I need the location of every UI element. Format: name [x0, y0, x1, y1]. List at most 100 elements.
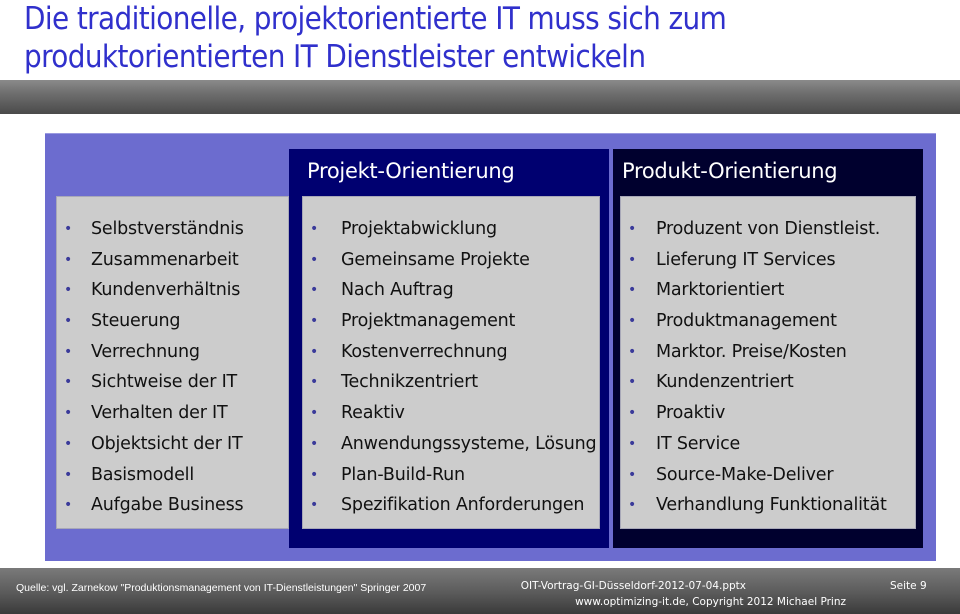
bullet-icon: • — [628, 282, 637, 299]
product-list: • Produzent von Dienstleist. • Lieferung IT… — [621, 214, 915, 521]
list-item-text: Produktmanagement — [656, 311, 837, 332]
criteria-panel: • Selbstverständnis • Zusammenarbeit • Kunden… — [56, 196, 289, 529]
list-item-text: IT Service — [656, 433, 741, 454]
list-item: • Marktor. Preise/Kosten — [621, 337, 915, 368]
bullet-icon: • — [310, 435, 319, 452]
list-item: • Produktmanagement — [621, 306, 915, 337]
list-item: • Lieferung IT Services — [621, 245, 915, 276]
slide-title-line-1: Die traditionelle, projektorientierte IT… — [24, 1, 727, 37]
list-item: • Marktorientiert — [621, 275, 915, 306]
list-item-text: Kundenzentriert — [656, 372, 794, 393]
page-number: Seite 9 — [890, 580, 927, 592]
list-item-text: Nach Auftrag — [341, 280, 454, 301]
bullet-icon: • — [310, 343, 319, 360]
bullet-icon: • — [64, 374, 73, 391]
list-item-text: Projektmanagement — [341, 311, 516, 332]
list-item-text: Verrechnung — [91, 341, 200, 362]
list-item: • Projektmanagement — [303, 306, 599, 337]
list-item: • Objektsicht der IT — [57, 429, 288, 460]
list-item-text: Marktorientiert — [656, 280, 785, 301]
list-item: • Proaktiv — [621, 398, 915, 429]
list-item-text: Spezifikation Anforderungen — [341, 495, 585, 516]
list-item-text: Objektsicht der IT — [91, 433, 243, 454]
bullet-icon: • — [310, 405, 319, 422]
bullet-icon: • — [310, 282, 319, 299]
bullet-icon: • — [64, 466, 73, 483]
list-item: • Zusammenarbeit — [57, 245, 288, 276]
bullet-icon: • — [628, 435, 637, 452]
list-item: • Projektabwicklung — [303, 214, 599, 245]
list-item: • Aufgabe Business — [57, 490, 288, 521]
list-item-text: Technikzentriert — [341, 372, 478, 393]
list-item-text: Basismodell — [91, 464, 194, 485]
bullet-icon: • — [628, 221, 637, 237]
list-item: • Verhandlung Funktionalität — [621, 490, 915, 521]
list-item-text: Sichtweise der IT — [91, 372, 238, 393]
list-item: • Spezifikation Anforderungen — [303, 490, 599, 521]
bullet-icon: • — [64, 497, 73, 514]
list-item: • Verhalten der IT — [57, 398, 288, 429]
list-item-text: Kostenverrechnung — [341, 341, 508, 362]
bullet-icon: • — [310, 466, 319, 483]
list-item-text: Verhandlung Funktionalität — [656, 495, 887, 516]
list-item: • Nach Auftrag — [303, 275, 599, 306]
list-item-text: Projektabwicklung — [341, 219, 497, 239]
list-item-text: Lieferung IT Services — [656, 249, 836, 270]
bullet-icon: • — [628, 466, 637, 483]
list-item-text: Source-Make-Deliver — [656, 464, 834, 485]
bullet-icon: • — [310, 374, 319, 391]
list-item: • Gemeinsame Projekte — [303, 245, 599, 276]
slide-title: Die traditionelle, projektorientierte IT… — [24, 0, 944, 76]
list-item: • Technikzentriert — [303, 367, 599, 398]
list-item-text: Zusammenarbeit — [91, 249, 239, 270]
list-item: • Sichtweise der IT — [57, 367, 288, 398]
bullet-icon: • — [64, 435, 73, 452]
criteria-list: • Selbstverständnis • Zusammenarbeit • Kunden… — [57, 214, 288, 521]
bullet-icon: • — [628, 251, 637, 268]
file-name: OIT-Vortrag-GI-Düsseldorf-2012-07-04.ppt… — [520, 580, 746, 592]
bullet-icon: • — [64, 221, 73, 237]
list-item-text: Plan-Build-Run — [341, 464, 465, 485]
project-list: • Projektabwicklung • Gemeinsame Projekte • N… — [303, 214, 599, 521]
list-item: • Verrechnung — [57, 337, 288, 368]
list-item-text: Verhalten der IT — [91, 403, 228, 424]
slide-title-line-2: produktorientierten IT Dienstleister ent… — [24, 39, 646, 75]
list-item-text: Proaktiv — [656, 403, 726, 424]
list-item-text: Anwendungssysteme, Lösung — [341, 433, 597, 454]
list-item: • Kostenverrechnung — [303, 337, 599, 368]
list-item: • Plan-Build-Run — [303, 460, 599, 491]
header-bar — [0, 80, 960, 114]
bullet-icon: • — [310, 221, 319, 237]
bullet-icon: • — [628, 343, 637, 360]
bullet-icon: • — [64, 405, 73, 422]
list-item: • Steuerung — [57, 306, 288, 337]
list-item-text: Steuerung — [91, 311, 181, 332]
bullet-icon: • — [628, 405, 637, 422]
bullet-icon: • — [628, 497, 637, 514]
product-panel: • Produzent von Dienstleist. • Lieferung IT… — [620, 196, 916, 529]
list-item-text: Selbstverständnis — [91, 219, 244, 239]
bullet-icon: • — [64, 282, 73, 299]
list-item-text: Aufgabe Business — [91, 495, 244, 516]
project-panel: • Projektabwicklung • Gemeinsame Projekte • N… — [302, 196, 600, 529]
source-citation: Quelle: vgl. Zarnekow "Produktionsmanage… — [16, 582, 427, 594]
bullet-icon: • — [628, 374, 637, 391]
list-item-text: Gemeinsame Projekte — [341, 249, 530, 270]
list-item: • Basismodell — [57, 460, 288, 491]
list-item: • IT Service — [621, 429, 915, 460]
list-item-text: Produzent von Dienstleist. — [656, 219, 881, 239]
list-item: • Produzent von Dienstleist. — [621, 214, 915, 245]
list-item-text: Reaktiv — [341, 403, 405, 424]
bullet-icon: • — [628, 313, 637, 330]
list-item: • Source-Make-Deliver — [621, 460, 915, 491]
copyright: www.optimizing-it.de, Copyright 2012 Mic… — [575, 596, 846, 608]
bullet-icon: • — [310, 313, 319, 330]
project-orientation-header: Projekt-Orientierung — [307, 159, 515, 183]
list-item-text: Marktor. Preise/Kosten — [656, 341, 847, 362]
list-item: • Kundenverhältnis — [57, 275, 288, 306]
bullet-icon: • — [64, 343, 73, 360]
list-item: • Kundenzentriert — [621, 367, 915, 398]
list-item-text: Kundenverhältnis — [91, 280, 241, 301]
bullet-icon: • — [64, 251, 73, 268]
list-item: • Selbstverständnis — [57, 214, 288, 245]
